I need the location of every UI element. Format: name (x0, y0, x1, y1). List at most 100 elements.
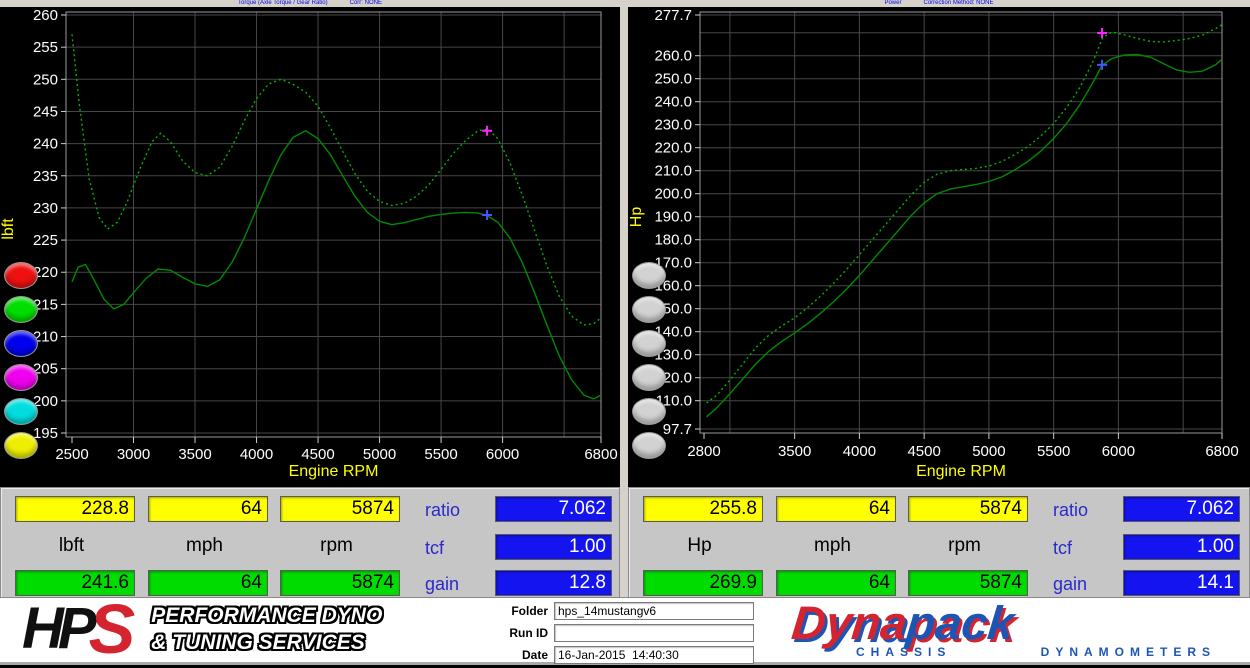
ratio-label: ratio (1053, 500, 1089, 520)
x-tick-label: 4000 (240, 446, 273, 463)
y-axis-title: lbft (0, 218, 17, 240)
y-tick-label: 240 (33, 136, 58, 153)
torque-cursor-rpm-run2: 5874 (280, 570, 400, 596)
cursor-marker (482, 125, 493, 136)
torque-cursor-mph-run1: 64 (148, 496, 268, 522)
power-chart: 277.7 260.0 250.0 240.0 230.0 220.0 210.0 200.0… (628, 7, 1239, 480)
footer-bar: HP S PERFORMANCE DYNO & TUNING SERVICES … (0, 590, 1250, 668)
run-select-button-1[interactable] (4, 262, 38, 289)
rpm-unit-label: rpm (320, 535, 353, 556)
x-tick-label: 3000 (117, 446, 150, 463)
dynapack-dynamometers: DYNAMOMETERS (1040, 645, 1216, 659)
power-cursor-value-run2: 269.9 (643, 570, 763, 596)
plot-border (699, 11, 1223, 434)
power-panel: Power Correction Method: NONE 277.7 260.0… (628, 0, 1250, 597)
run-select-button-5[interactable] (4, 398, 38, 425)
tcf-value: 1.00 (1123, 534, 1240, 560)
x-tick-label: 3500 (178, 446, 211, 463)
power-cursor-value-run1: 255.8 (643, 496, 763, 522)
gain-label: gain (1053, 574, 1088, 594)
power-cursor-rpm-run1: 5874 (908, 496, 1028, 522)
power-curve-run-yellow (706, 53, 1223, 418)
y-tick-label: 240.0 (654, 94, 692, 111)
torque-unit-label: lbft (58, 535, 85, 556)
date-input[interactable] (554, 646, 754, 664)
x-tick-label: 5500 (424, 446, 457, 463)
x-tick-label: 6000 (486, 446, 519, 463)
power-readout-panel: 255.8 64 5874 Hp mph rpm 269.9 64 5874 r… (628, 487, 1250, 597)
x-tick-label: 6000 (1102, 443, 1135, 460)
y-tick-label: 200.0 (654, 186, 692, 203)
run-select-button-6[interactable] (4, 432, 38, 459)
gain-label: gain (425, 574, 460, 594)
date-label: Date (521, 648, 548, 662)
hps-tagline-1: PERFORMANCE DYNO (151, 603, 383, 627)
y-tick-label: 255 (33, 39, 58, 56)
hps-logo-text: PERFORMANCE DYNO & TUNING SERVICES (151, 602, 382, 657)
torque-chart: 2602552502452402352302252202152102052001… (0, 7, 618, 480)
power-cursor-mph-run1: 64 (776, 496, 896, 522)
x-tick-label: 2500 (55, 446, 88, 463)
plot-border (65, 11, 602, 438)
x-axis-title: Engine RPM (916, 463, 1006, 480)
x-tick-label: 5000 (363, 446, 396, 463)
hps-logo-s: S (88, 590, 136, 668)
hps-logo-hp: HP (22, 596, 97, 661)
torque-panel: Torque (Axle Torque / Gear Ratio) Corr: … (0, 0, 620, 597)
folder-input[interactable] (554, 602, 754, 620)
x-tick-label: 4500 (301, 446, 334, 463)
x-tick-label: 5000 (972, 443, 1005, 460)
power-titlebar: Power Correction Method: NONE (628, 0, 1250, 7)
power-unit-label: Hp (687, 535, 712, 556)
gain-value: 14.1 (1123, 570, 1240, 596)
ratio-label: ratio (425, 500, 461, 520)
run-select-button-2[interactable] (4, 296, 38, 323)
torque-cursor-value-run1: 228.8 (15, 496, 135, 522)
x-tick-label: 6800 (1205, 443, 1238, 460)
torque-readout-panel: 228.8 64 5874 lbft mph rpm 241.6 64 5874… (0, 487, 620, 597)
hps-logo: HP S PERFORMANCE DYNO & TUNING SERVICES (22, 590, 382, 668)
x-tick-label: 4000 (843, 443, 876, 460)
torque-correction-label: Corr: NONE (349, 0, 382, 6)
power-cursor-rpm-run2: 5874 (908, 570, 1028, 596)
speed-unit-label: mph (814, 535, 851, 556)
y-tick-label: 180.0 (654, 232, 692, 249)
power-cursor-mph-run2: 64 (776, 570, 896, 596)
run-select-button-6[interactable] (632, 432, 666, 459)
torque-cursor-mph-run2: 64 (148, 570, 268, 596)
torque-curve-run-green (71, 34, 602, 326)
cursor-marker (1097, 59, 1108, 70)
run-select-button-5[interactable] (632, 398, 666, 425)
y-tick-label: 235 (33, 168, 58, 185)
speed-unit-label: mph (186, 535, 223, 556)
y-tick-label: 260 (33, 7, 58, 24)
gain-value: 12.8 (495, 570, 612, 596)
run-select-button-4[interactable] (4, 364, 38, 391)
torque-curve-run-yellow (71, 129, 602, 400)
y-tick-label: 245 (33, 103, 58, 120)
y-tick-label: 230.0 (654, 117, 692, 134)
tcf-label: tcf (425, 538, 445, 558)
x-axis-title: Engine RPM (289, 463, 379, 480)
y-tick-label: 250 (33, 71, 58, 88)
run-select-button-3[interactable] (4, 330, 38, 357)
ratio-value: 7.062 (495, 496, 612, 522)
torque-cursor-rpm-run1: 5874 (280, 496, 400, 522)
tcf-label: tcf (1053, 538, 1073, 558)
y-tick-label: 210.0 (654, 163, 692, 180)
x-tick-label: 4500 (907, 443, 940, 460)
x-tick-label: 5500 (1037, 443, 1070, 460)
run-select-button-4[interactable] (632, 364, 666, 391)
hps-tagline-2: & TUNING SERVICES (151, 631, 365, 654)
ratio-value: 7.062 (1123, 496, 1240, 522)
dynapack-dyna: Dyna (789, 596, 910, 649)
y-axis-title: Hp (628, 207, 645, 228)
run-select-button-2[interactable] (632, 296, 666, 323)
power-title: Power (884, 0, 902, 6)
x-tick-label: 2800 (687, 443, 720, 460)
run-select-button-3[interactable] (632, 330, 666, 357)
run-id-input[interactable] (554, 624, 754, 642)
run-select-button-1[interactable] (632, 262, 666, 289)
folder-label: Folder (511, 604, 548, 618)
dynapack-pack: pack (904, 596, 1017, 649)
